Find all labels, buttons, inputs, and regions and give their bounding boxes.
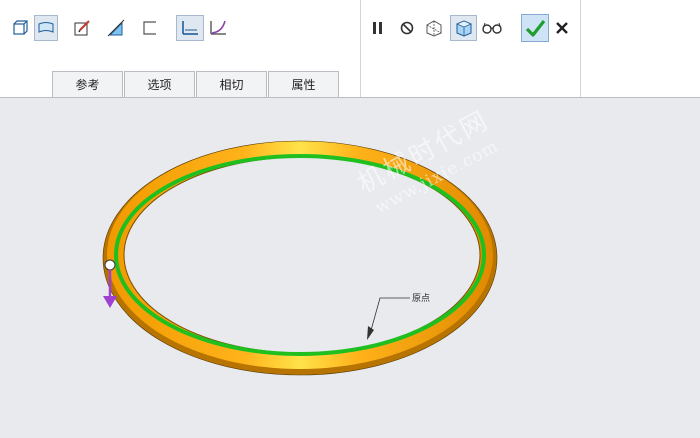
- glasses-icon[interactable]: [480, 15, 504, 41]
- direction-arrow-head: [103, 296, 117, 308]
- geometry-preview-icon[interactable]: [422, 15, 446, 41]
- model-canvas: [102, 140, 498, 376]
- start-point-marker[interactable]: [104, 259, 116, 271]
- surface-icon[interactable]: [34, 15, 58, 41]
- toolbar-separator: [580, 0, 581, 97]
- pause-icon[interactable]: [366, 15, 390, 41]
- tangent-plane-icon[interactable]: [176, 15, 204, 41]
- ribbon-toolbar: 参考 选项 相切 属性: [0, 0, 700, 98]
- tab-properties[interactable]: 属性: [268, 71, 339, 97]
- no-preview-icon[interactable]: [395, 15, 419, 41]
- cancel-icon[interactable]: [550, 15, 574, 41]
- toolbar-separator: [360, 0, 361, 97]
- tab-references[interactable]: 参考: [52, 71, 123, 97]
- solid-box-icon[interactable]: [8, 15, 32, 41]
- curve-icon[interactable]: [206, 15, 230, 41]
- open-end-icon[interactable]: [138, 15, 162, 41]
- verify-preview-icon[interactable]: [450, 15, 477, 41]
- thicken-icon[interactable]: [104, 15, 128, 41]
- confirm-icon[interactable]: [521, 14, 549, 42]
- tab-tangency[interactable]: 相切: [196, 71, 267, 97]
- origin-label: 原点: [412, 294, 431, 304]
- sketch-edit-icon[interactable]: [70, 15, 94, 41]
- tab-options[interactable]: 选项: [124, 71, 195, 97]
- graphics-viewport[interactable]: 机械时代网 www.jixie.com 原点: [0, 98, 700, 438]
- dashboard-tabs: 参考 选项 相切 属性: [52, 71, 340, 97]
